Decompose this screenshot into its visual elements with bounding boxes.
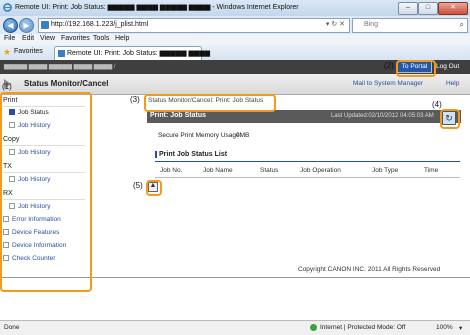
column-header-underline [155, 177, 460, 178]
search-icon[interactable]: ⌕ [460, 20, 464, 30]
menu-bar: File Edit View Favorites Tools Help [0, 34, 470, 45]
tab-title: Remote UI: Print: Job Status: ▆▆▆▆▆ ▆▆▆▆ [67, 50, 210, 57]
column-header-status: Status [260, 167, 279, 174]
browser-tab[interactable]: Remote UI: Print: Job Status: ▆▆▆▆▆ ▆▆▆▆ [54, 46, 210, 60]
list-title-underline [155, 161, 460, 162]
help-link[interactable]: Help [446, 80, 459, 87]
highlight-refresh [440, 109, 460, 129]
copyright: Copyright CANON INC. 2011 All Rights Res… [298, 266, 441, 273]
status-bar: Done Internet | Protected Mode: Off 100%… [0, 320, 470, 335]
memory-usage-label: Secure Print Memory Usage: [158, 132, 242, 139]
zoom-dropdown-icon[interactable]: ▾ [459, 324, 462, 332]
column-header-job-type: Job Type [372, 167, 399, 174]
column-header-job-name: Job Name [203, 167, 233, 174]
internet-zone-icon [310, 324, 317, 331]
favorites-bar: ★ Favorites Remote UI: Print: Job Status… [0, 45, 470, 61]
log-out-link[interactable]: Log Out [436, 63, 459, 70]
address-controls-icon[interactable]: ▾ ↻ ✕ [326, 20, 345, 28]
column-header-time: Time [424, 167, 439, 174]
menu-edit[interactable]: Edit [22, 35, 34, 42]
device-name: ▆▆▆▆▆ ▆▆▆▆ ▆▆▆▆▆ ▆▆▆▆ ▆▆▆▆ / [4, 64, 116, 70]
favorites-star-icon[interactable]: ★ [3, 47, 11, 58]
window-title: Remote UI: Print: Job Status: ▆▆▆▆▆ ▆▆▆▆… [15, 4, 299, 11]
callout-2: (2) [384, 61, 394, 70]
search-box[interactable]: Bing ⌕ [352, 18, 468, 33]
callout-1: (1) [2, 82, 12, 91]
mail-system-manager-link[interactable]: Mail to System Manager [353, 80, 423, 87]
last-updated: Last Updated:02/10/2012 04:05:03 AM [331, 113, 434, 119]
window-title-bar: Remote UI: Print: Job Status: ▆▆▆▆▆ ▆▆▆▆… [0, 0, 470, 17]
forward-arrow-icon: ▶ [23, 21, 30, 30]
maximize-button[interactable]: □ [418, 2, 438, 15]
close-button[interactable]: ✕ [438, 2, 468, 15]
memory-usage-value: 0MB [236, 132, 250, 139]
address-bar[interactable]: http://192.168.1.223/j_plist.html ▾ ↻ ✕ [38, 18, 350, 33]
security-zone[interactable]: Internet | Protected Mode: Off [320, 324, 405, 331]
highlight-breadcrumb [144, 94, 276, 112]
menu-tools[interactable]: Tools [93, 35, 109, 42]
site-favicon-icon [41, 21, 49, 29]
menu-file[interactable]: File [4, 35, 15, 42]
back-button[interactable]: ◀ [3, 18, 18, 33]
column-header-job-no: Job No. [160, 167, 183, 174]
list-title: Print Job Status List [155, 151, 227, 158]
favorites-button[interactable]: Favorites [14, 48, 43, 55]
tab-favicon-icon [58, 50, 65, 57]
callout-4: (4) [432, 100, 442, 109]
minimize-button[interactable]: – [398, 2, 418, 15]
highlight-page-top [146, 180, 162, 196]
address-url: http://192.168.1.223/j_plist.html [51, 21, 149, 28]
column-header-job-operation: Job Operation [300, 167, 341, 174]
forward-button[interactable]: ▶ [19, 18, 34, 33]
highlight-sidebar [0, 92, 92, 292]
back-arrow-icon: ◀ [7, 21, 14, 30]
zoom-level[interactable]: 100% [436, 324, 453, 331]
menu-help[interactable]: Help [115, 35, 129, 42]
menu-view[interactable]: View [40, 35, 55, 42]
status-text: Done [4, 324, 20, 331]
menu-favorites[interactable]: Favorites [61, 35, 90, 42]
ie-logo-icon [3, 3, 12, 12]
search-placeholder: Bing [364, 21, 379, 28]
highlight-to-portal [396, 60, 436, 77]
callout-5: (5) [133, 181, 143, 190]
panel-title: Print: Job Status [150, 112, 207, 119]
page-title: Status Monitor/Cancel [24, 79, 109, 88]
address-row: ◀ ▶ http://192.168.1.223/j_plist.html ▾ … [0, 16, 470, 34]
callout-3: (3) [130, 95, 140, 104]
